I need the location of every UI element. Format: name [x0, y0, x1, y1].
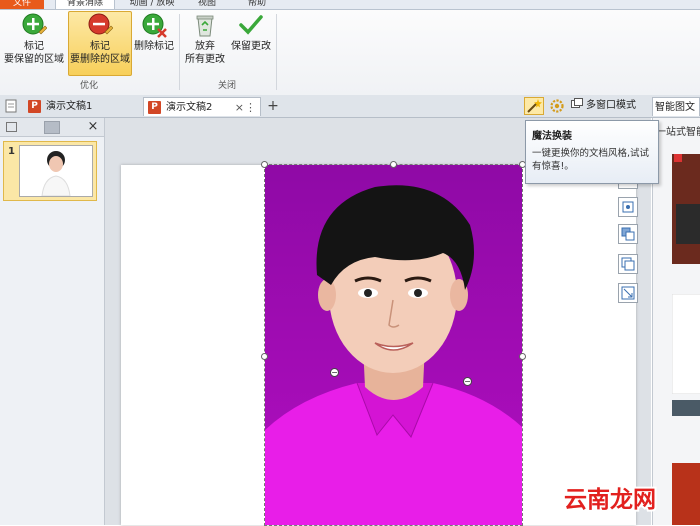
ribbon: 文件 背景消除 动画 / 放映 视图 帮助 标记 要保留的区域 标记 要删除的区…: [0, 0, 700, 96]
multi-window-mode-button[interactable]: 多窗口模式: [571, 97, 647, 115]
mark-keep-label: 标记 要保留的区域: [4, 41, 64, 65]
tab-file[interactable]: 文件: [0, 0, 44, 9]
document-tab-2-label: 演示文稿2: [166, 102, 213, 113]
portrait-image: [265, 165, 522, 525]
resize-button[interactable]: [618, 283, 638, 303]
tooltip-title: 魔法换装: [532, 131, 572, 142]
magic-makeover-tooltip: 魔法换装 一键更换你的文档风格,试试有惊喜!。: [525, 120, 659, 184]
outline-view-icon[interactable]: [44, 121, 60, 134]
keep-changes-button[interactable]: 保留更改: [228, 12, 274, 74]
resize-handle-right[interactable]: [519, 353, 526, 360]
discard-changes-label: 放弃 所有更改: [185, 41, 225, 65]
document-tab-2[interactable]: P 演示文稿2 × ⋮: [143, 97, 261, 116]
group-label-optimize: 优化: [79, 81, 98, 91]
magic-makeover-button[interactable]: [524, 97, 544, 115]
new-tab-button[interactable]: +: [264, 97, 282, 115]
template-thumbnail[interactable]: [672, 400, 700, 416]
magic-wand-icon: [527, 99, 542, 113]
mark-keep-button[interactable]: 标记 要保留的区域: [2, 12, 66, 74]
windows-icon: [571, 98, 583, 108]
smart-graphics-panel: 一站式智能: [652, 118, 700, 525]
keep-changes-label: 保留更改: [231, 41, 271, 52]
slide-panel: × 1: [0, 118, 105, 525]
mark-remove-label: 标记 要删除的区域: [70, 41, 130, 65]
more-icon[interactable]: ⋮: [245, 98, 256, 117]
recycle-bin-icon: [196, 15, 214, 37]
resize-handle-left[interactable]: [261, 353, 268, 360]
discard-changes-button[interactable]: 放弃 所有更改: [182, 12, 228, 74]
tab-background-removal[interactable]: 背景消除: [55, 0, 115, 9]
remove-mark-marker[interactable]: −: [330, 368, 339, 377]
tab-help[interactable]: 帮助: [242, 0, 272, 9]
minus-red-pencil-icon: [88, 13, 113, 35]
gear-icon: [550, 99, 564, 113]
smart-graphics-tab[interactable]: 智能图文: [652, 97, 700, 116]
svg-text:云南龙网: 云南龙网: [564, 487, 656, 513]
slide-panel-header: ×: [0, 118, 104, 137]
plus-x-icon: [142, 13, 167, 38]
crop-icon: [622, 201, 634, 213]
resize-handle-top-left[interactable]: [261, 161, 268, 168]
ppt-icon: P: [28, 100, 41, 113]
plus-green-pencil-icon: [22, 13, 47, 35]
watermark-logo: 云南龙网 云南龙网: [562, 485, 658, 515]
tab-animation[interactable]: 动画 / 放映: [122, 0, 182, 9]
ppt-icon: P: [148, 101, 161, 114]
copy-style-button[interactable]: [618, 254, 638, 274]
remove-mark-marker[interactable]: −: [463, 377, 472, 386]
document-tab-1-label: 演示文稿1: [46, 101, 93, 112]
checkmark-icon: [239, 15, 263, 35]
arrange-icon: [621, 227, 635, 241]
slide: − −: [121, 161, 636, 526]
resize-handle-top[interactable]: [390, 161, 397, 168]
document-tab-bar: P 演示文稿1 P 演示文稿2 × ⋮ + 多窗口模式 智能图文: [0, 95, 700, 118]
slide-thumbnail-preview: [19, 145, 93, 197]
document-tab-1[interactable]: P 演示文稿1: [24, 97, 142, 116]
slides-view-icon[interactable]: [6, 122, 17, 132]
slide-number: 1: [8, 146, 15, 157]
template-thumbnail[interactable]: [672, 154, 700, 264]
portrait-photo[interactable]: [265, 165, 522, 525]
tab-view[interactable]: 视图: [190, 0, 224, 9]
copy-icon: [621, 257, 635, 271]
arrange-button[interactable]: [618, 224, 638, 244]
settings-button[interactable]: [548, 97, 566, 115]
resize-icon: [621, 286, 635, 300]
close-panel-icon[interactable]: ×: [85, 119, 101, 135]
group-label-close: 关闭: [217, 81, 236, 91]
multi-window-mode-label: 多窗口模式: [586, 100, 636, 111]
smart-graphics-description: 一站式智能: [656, 127, 700, 138]
template-thumbnail[interactable]: [672, 294, 700, 394]
delete-mark-label: 删除标记: [134, 41, 174, 52]
close-tab-icon[interactable]: ×: [235, 98, 244, 117]
ribbon-separator: [276, 14, 277, 90]
delete-mark-button[interactable]: 删除标记: [131, 12, 177, 74]
thumbnail-portrait: [41, 151, 71, 196]
mark-remove-button[interactable]: 标记 要删除的区域: [68, 11, 132, 76]
slide-thumbnail[interactable]: [3, 141, 97, 201]
ribbon-tabstrip: 文件 背景消除 动画 / 放映 视图 帮助: [0, 0, 700, 10]
crop-button[interactable]: [618, 197, 638, 217]
tooltip-body: 一键更换你的文档风格,试试有惊喜!。: [532, 148, 650, 172]
home-icon[interactable]: [4, 99, 18, 113]
